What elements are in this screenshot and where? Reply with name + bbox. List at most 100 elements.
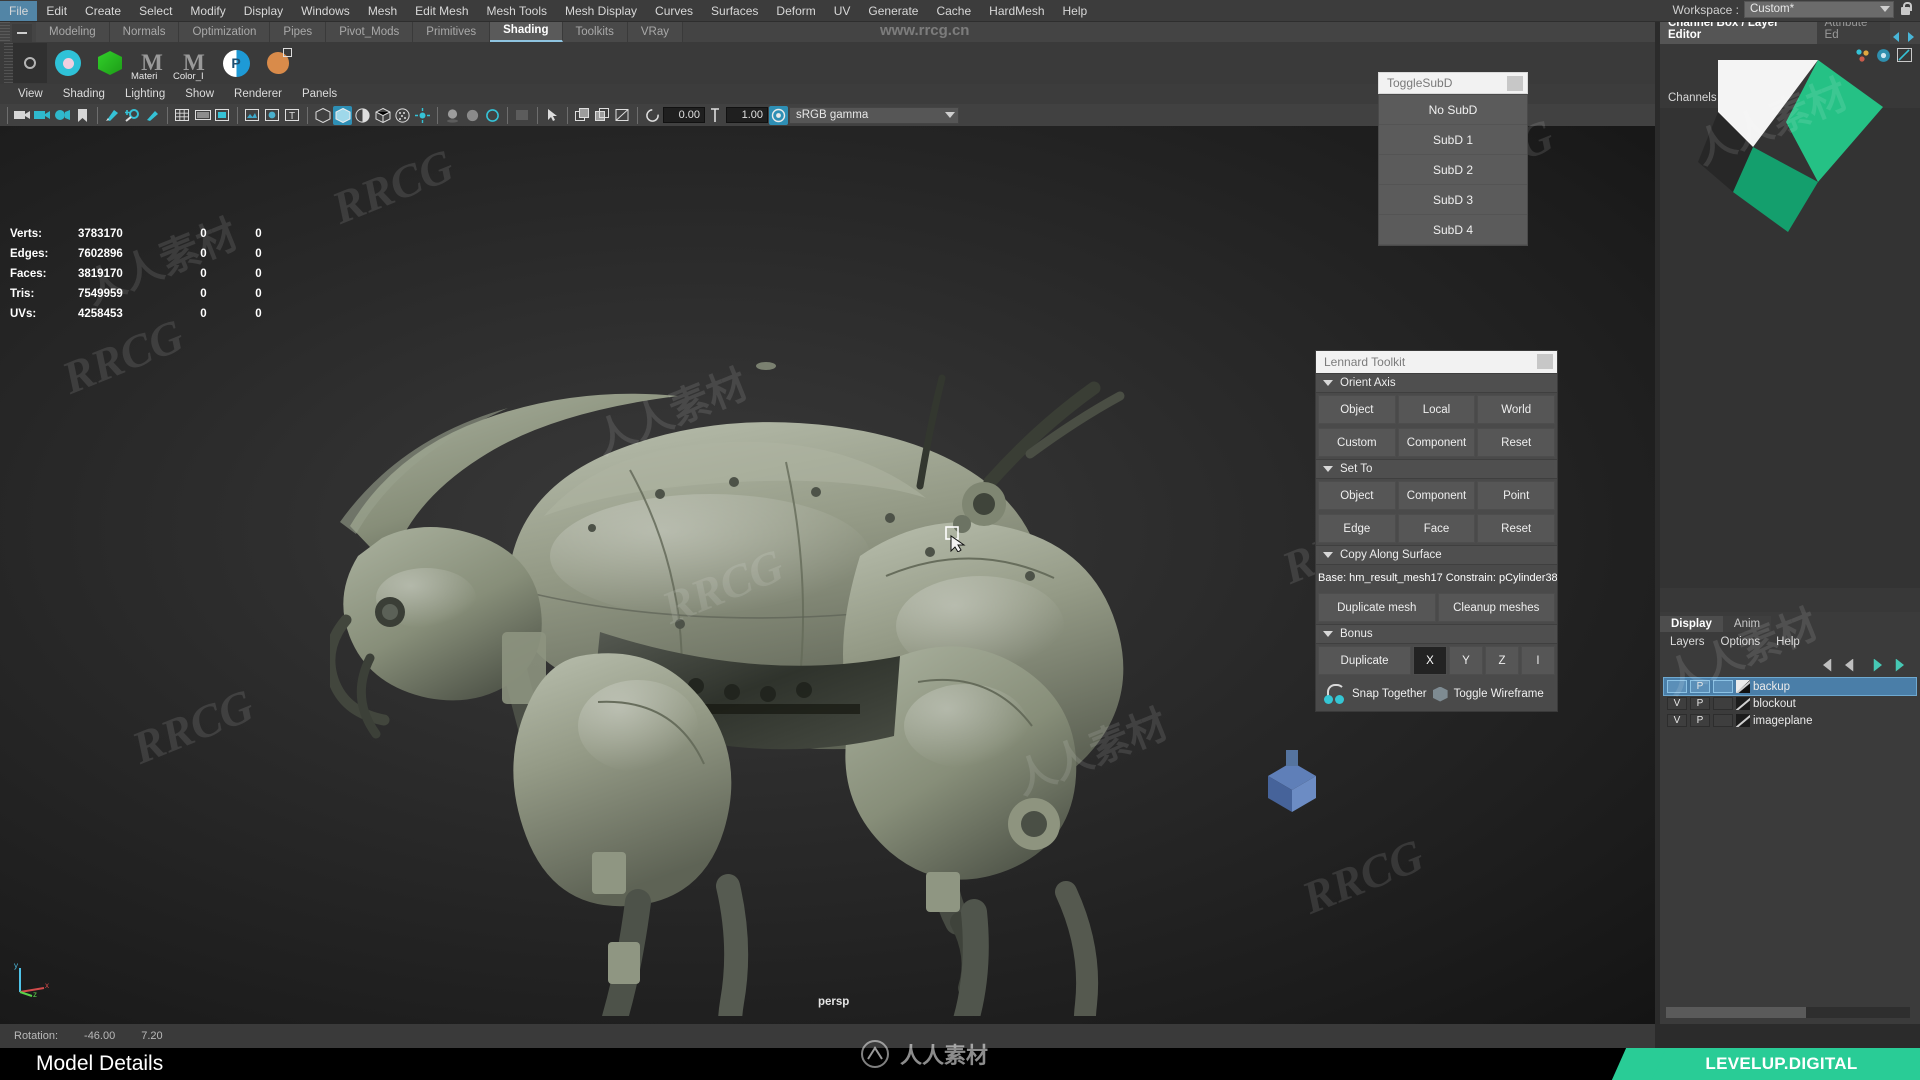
shelf-item-material[interactable]: M Materi <box>131 46 169 82</box>
menu-mesh[interactable]: Mesh <box>359 1 406 21</box>
resolution-gate-icon[interactable] <box>213 106 232 125</box>
chevron-left-icon[interactable] <box>1890 28 1903 44</box>
axis-z-button[interactable]: Z <box>1485 646 1519 675</box>
shelf-drag-handle[interactable] <box>0 22 10 42</box>
isolate-select-icon[interactable] <box>513 106 532 125</box>
new-layer-from-selected-icon[interactable] <box>1867 659 1882 672</box>
menu-deform[interactable]: Deform <box>767 1 824 21</box>
toggle-wireframe-label[interactable]: Toggle Wireframe <box>1454 688 1544 700</box>
setto-point-button[interactable]: Point <box>1477 481 1556 510</box>
cleanup-meshes-button[interactable]: Cleanup meshes <box>1437 593 1555 622</box>
shelf-tab-modeling[interactable]: Modeling <box>36 22 110 42</box>
close-icon[interactable] <box>1537 354 1553 369</box>
shaded-half-icon[interactable] <box>353 106 372 125</box>
menu-edit[interactable]: Edit <box>37 1 76 21</box>
shadows-icon[interactable] <box>443 106 462 125</box>
screen-space-ao-icon[interactable] <box>393 106 412 125</box>
menu-generate[interactable]: Generate <box>859 1 927 21</box>
film-gate-icon[interactable] <box>193 106 212 125</box>
xray-icon[interactable] <box>263 106 282 125</box>
layer-state-toggle[interactable] <box>1713 680 1733 693</box>
workspace-dropdown[interactable]: Custom* <box>1744 1 1894 18</box>
menu-windows[interactable]: Windows <box>292 1 359 21</box>
add-key-icon[interactable] <box>123 106 142 125</box>
togglesubd-item-no-subd[interactable]: No SubD <box>1379 95 1527 125</box>
gamma-icon[interactable] <box>706 106 725 125</box>
viewport-menu-lighting[interactable]: Lighting <box>115 86 175 102</box>
togglesubd-item-subd-3[interactable]: SubD 3 <box>1379 185 1527 215</box>
viewport-menu-panels[interactable]: Panels <box>292 86 347 102</box>
layer-row-backup[interactable]: P backup <box>1663 677 1917 696</box>
tab-anim-layers[interactable]: Anim <box>1722 616 1772 632</box>
camera-settings-icon[interactable] <box>53 106 72 125</box>
layer-state-toggle[interactable] <box>1713 697 1733 710</box>
exposure-value[interactable]: 0.00 <box>663 107 705 123</box>
shelf-tab-primitives[interactable]: Primitives <box>413 22 491 42</box>
shelf-tab-toolkits[interactable]: Toolkits <box>562 22 628 42</box>
robot-dog-model[interactable] <box>330 256 1330 1016</box>
shelf-tab-pivot-mods[interactable]: Pivot_Mods <box>326 22 414 42</box>
menu-curves[interactable]: Curves <box>646 1 702 21</box>
shelf-item-color[interactable]: M Color_I <box>173 46 211 82</box>
shelf-item-cube[interactable] <box>93 46 127 80</box>
menu-display[interactable]: Display <box>235 1 292 21</box>
camera-attributes-icon[interactable] <box>33 106 52 125</box>
menu-surfaces[interactable]: Surfaces <box>702 1 767 21</box>
workspace-selector[interactable]: Workspace : Custom* <box>1673 1 1912 18</box>
layer-menu-options[interactable]: Options <box>1721 636 1761 648</box>
section-copy-along-surface[interactable]: Copy Along Surface <box>1316 545 1557 565</box>
tab-display-layers[interactable]: Display <box>1660 616 1723 632</box>
textured-shading-icon[interactable] <box>373 106 392 125</box>
viewport-menu-show[interactable]: Show <box>175 86 224 102</box>
shelf-tab-pipes[interactable]: Pipes <box>270 22 327 42</box>
layer-playback-toggle[interactable]: P <box>1690 697 1710 710</box>
layer-state-toggle[interactable] <box>1713 714 1733 727</box>
layer-row-imageplane[interactable]: V P imageplane <box>1664 712 1916 729</box>
graph-icon[interactable] <box>1897 48 1912 62</box>
axis-y-button[interactable]: Y <box>1449 646 1483 675</box>
bonus-duplicate-button[interactable]: Duplicate <box>1318 646 1411 675</box>
setto-component-button[interactable]: Component <box>1397 481 1476 510</box>
layer-playback-toggle[interactable]: P <box>1690 680 1710 693</box>
lighting-icon[interactable] <box>413 106 432 125</box>
togglesubd-item-subd-4[interactable]: SubD 4 <box>1379 215 1527 245</box>
layer-row-blockout[interactable]: V P blockout <box>1664 695 1916 712</box>
layer-color-swatch[interactable] <box>1736 680 1750 693</box>
setto-edge-button[interactable]: Edge <box>1318 514 1396 543</box>
shelf-item-photoshop[interactable]: P <box>219 46 253 80</box>
axis-i-button[interactable]: I <box>1521 646 1555 675</box>
menu-mesh-tools[interactable]: Mesh Tools <box>478 1 556 21</box>
color-management-icon[interactable] <box>769 105 788 125</box>
shelf-tab-vray[interactable]: VRay <box>627 22 683 42</box>
setto-reset-button[interactable]: Reset <box>1477 514 1556 543</box>
orient-reset-button[interactable]: Reset <box>1477 428 1556 457</box>
ao-icon[interactable] <box>463 106 482 125</box>
toolkit-titlebar[interactable]: Lennard Toolkit <box>1316 351 1557 373</box>
render-region-icon[interactable] <box>613 106 632 125</box>
layer-menu-layers[interactable]: Layers <box>1670 636 1705 648</box>
paint-icon[interactable] <box>103 106 122 125</box>
lennard-toolkit-panel[interactable]: Lennard Toolkit Orient Axis Object Local… <box>1315 350 1558 712</box>
shelf-tab-normals[interactable]: Normals <box>109 22 180 42</box>
new-layer-icon[interactable] <box>1889 659 1904 672</box>
wireframe-shading-icon[interactable] <box>313 106 332 125</box>
snap-together-icon[interactable] <box>1324 684 1346 704</box>
layer-horizontal-scrollbar[interactable] <box>1666 1007 1910 1018</box>
shelf-tab-shading[interactable]: Shading <box>490 20 563 42</box>
camera-icon[interactable] <box>13 106 32 125</box>
menu-cache[interactable]: Cache <box>927 1 980 21</box>
select-cursor-icon[interactable] <box>543 106 562 125</box>
layer-color-swatch[interactable] <box>1736 697 1750 710</box>
section-bonus[interactable]: Bonus <box>1316 624 1557 644</box>
shelf-item-blob[interactable] <box>261 46 295 80</box>
image-plane-icon[interactable] <box>243 106 262 125</box>
viewport-menu-renderer[interactable]: Renderer <box>224 86 292 102</box>
axis-x-button[interactable]: X <box>1413 646 1447 675</box>
sculpt-icon[interactable] <box>143 106 162 125</box>
layer-visibility-toggle[interactable] <box>1667 680 1687 693</box>
orient-world-button[interactable]: World <box>1477 395 1556 424</box>
smooth-shading-icon[interactable] <box>333 105 352 125</box>
togglesubd-item-subd-1[interactable]: SubD 1 <box>1379 125 1527 155</box>
text-icon[interactable]: T <box>283 106 302 125</box>
orient-custom-button[interactable]: Custom <box>1318 428 1396 457</box>
